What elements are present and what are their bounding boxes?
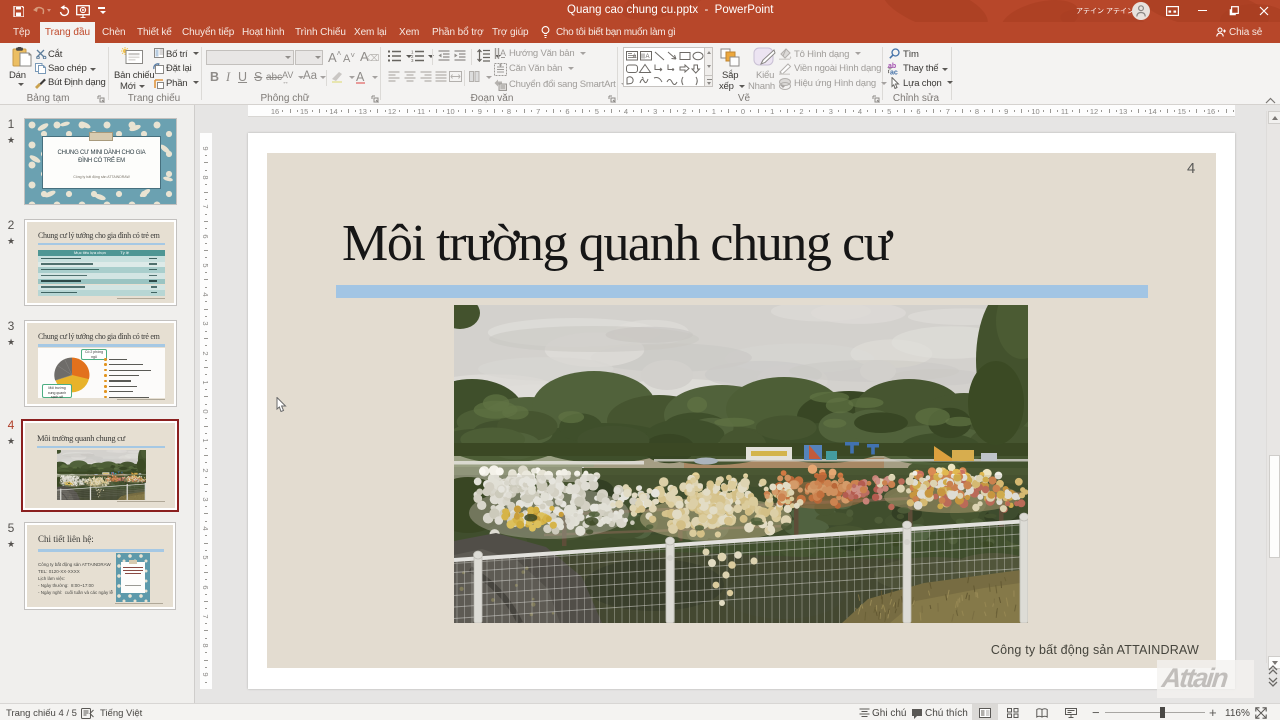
svg-text:A: A (646, 54, 650, 60)
svg-text:ac: ac (890, 70, 898, 76)
svg-text:3: 3 (411, 58, 414, 62)
svg-text:A: A (633, 54, 637, 60)
svg-text:A: A (500, 48, 506, 58)
